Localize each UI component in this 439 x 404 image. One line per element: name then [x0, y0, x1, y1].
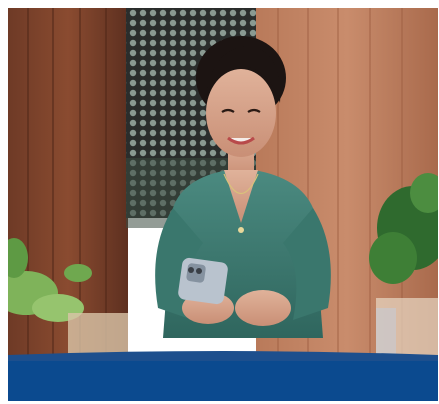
ad-banner	[0, 0, 439, 404]
photo-woman-using-phone	[8, 8, 438, 360]
blue-banner-bar	[8, 361, 438, 401]
smartphone	[178, 257, 228, 305]
